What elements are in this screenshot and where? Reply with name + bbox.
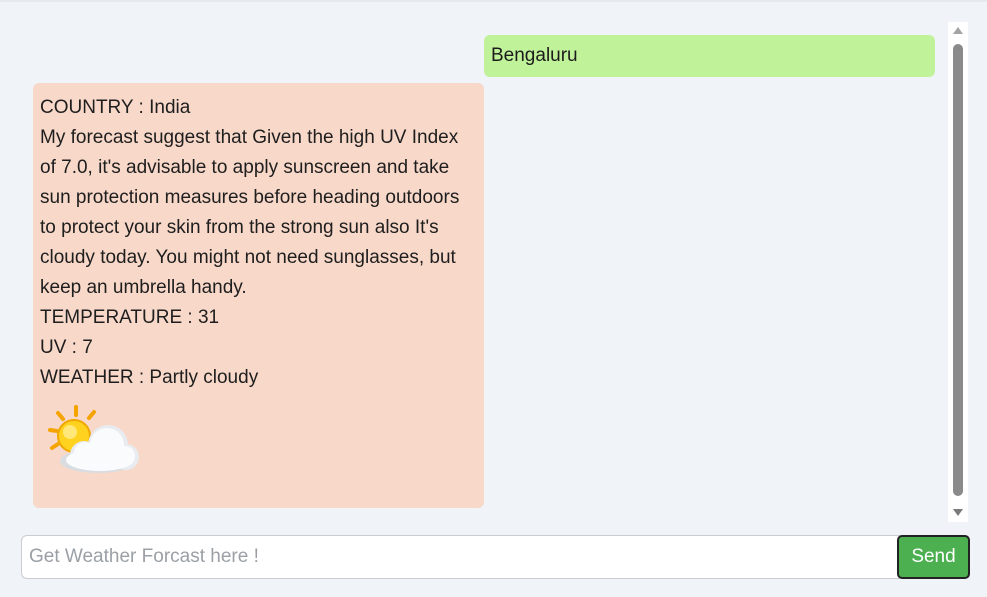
scroll-up-arrow-icon[interactable] <box>953 27 963 34</box>
send-button[interactable]: Send <box>897 535 970 579</box>
scrollbar-thumb[interactable] <box>953 44 963 496</box>
weather-query-input[interactable] <box>21 535 900 579</box>
chat-area: Bengaluru COUNTRY : India My forecast su… <box>0 0 944 522</box>
uv-text: UV : 7 <box>40 337 93 358</box>
user-message-text: Bengaluru <box>491 45 578 66</box>
partly-cloudy-sun-icon <box>48 405 139 473</box>
temperature-text: TEMPERATURE : 31 <box>40 307 220 328</box>
chat-scrollbar[interactable] <box>948 22 968 522</box>
user-message-bubble: Bengaluru <box>484 35 935 77</box>
weather-text: WEATHER : Partly cloudy <box>40 367 259 388</box>
forecast-text: My forecast suggest that Given the high … <box>40 127 460 298</box>
scroll-down-arrow-icon[interactable] <box>953 509 963 516</box>
country-text: COUNTRY : India <box>40 97 191 118</box>
